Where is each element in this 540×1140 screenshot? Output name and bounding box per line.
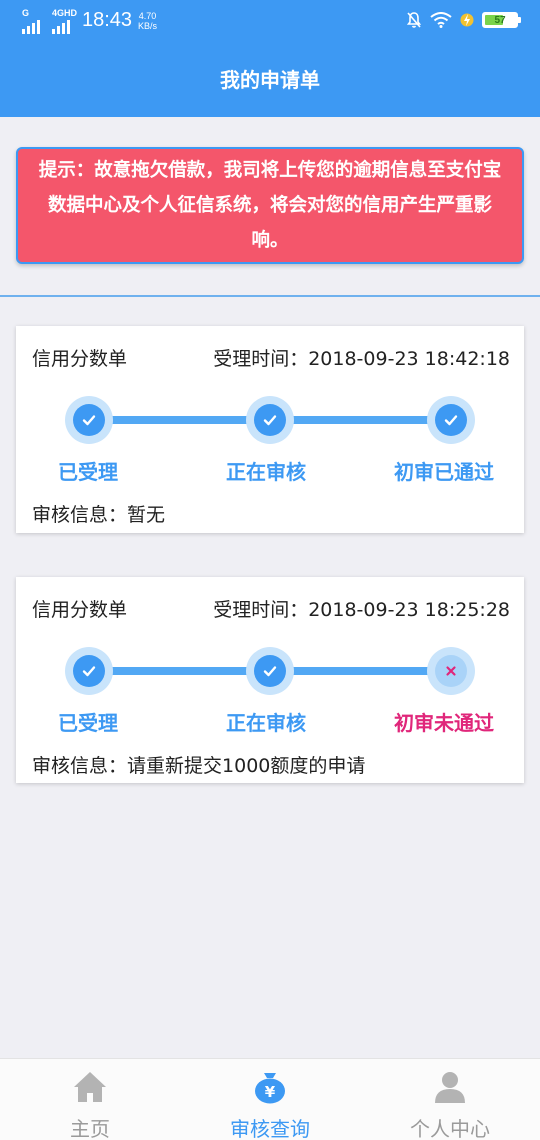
card-header: 信用分数单 受理时间：2018-09-23 18:42:18 [32,344,510,371]
review-info: 审核信息：暂无 [32,504,166,526]
tab-personal-center[interactable]: 个人中心 [360,1059,540,1140]
money-bag-icon: ¥ [255,1073,285,1104]
step-node-result [427,396,475,444]
review-info: 审核信息：请重新提交1000额度的申请 [32,755,366,777]
step-node-reviewing [246,396,294,444]
step-label-accepted: 已受理 [58,711,118,735]
charging-icon [460,13,474,27]
battery-icon: 57 [482,12,521,28]
page-title: 我的申请单 [220,68,320,92]
tab-label: 主页 [70,1117,110,1140]
step-label-reviewing: 正在审核 [226,460,306,484]
accept-time: 受理时间：2018-09-23 18:42:18 [213,348,510,370]
check-icon [82,666,96,677]
battery-level: 57 [494,14,506,26]
step-node-result [427,647,475,695]
application-type: 信用分数单 [32,599,128,621]
network-speed: 4.70 KB/s [138,11,157,31]
application-card[interactable]: 信用分数单 受理时间：2018-09-23 18:25:28 已受理 正在审核 … [16,577,524,783]
check-icon [263,666,277,677]
tab-review-query[interactable]: ¥ 审核查询 [180,1059,360,1140]
app-header: G 4GHD 18:43 4.70 KB/s 57 我的申请单 [0,0,540,117]
check-icon [263,415,277,426]
user-icon [435,1072,465,1103]
network-speed-value: 4.70 [138,11,157,21]
bottom-tab-bar: 主页 ¥ 审核查询 个人中心 [0,1058,540,1140]
signal-1-icon: G [22,8,40,34]
step-node-accepted [65,396,113,444]
divider [0,295,540,297]
signal-2-icon: 4GHD [52,8,77,34]
svg-text:¥: ¥ [265,1083,276,1101]
step-label-result: 初审已通过 [394,460,494,484]
network-speed-unit: KB/s [138,21,158,31]
status-icons: 57 [406,11,521,29]
mute-bell-icon [406,12,422,28]
step-node-accepted [65,647,113,695]
step-node-reviewing [246,647,294,695]
tab-label: 个人中心 [410,1117,490,1140]
card-header: 信用分数单 受理时间：2018-09-23 18:25:28 [32,595,510,622]
warning-notice: 提示：故意拖欠借款，我司将上传您的逾期信息至支付宝数据中心及个人征信系统，将会对… [16,147,524,264]
network-type-1: G [22,8,30,18]
check-icon [82,415,96,426]
wifi-icon [430,12,452,28]
home-icon [74,1072,106,1102]
cross-icon [446,666,456,676]
application-type: 信用分数单 [32,348,128,370]
application-card[interactable]: 信用分数单 受理时间：2018-09-23 18:42:18 已受理 正在审核 … [16,326,524,533]
tab-label: 审核查询 [230,1117,310,1140]
network-type-2: 4GHD [52,8,78,18]
step-label-accepted: 已受理 [58,460,118,484]
accept-time: 受理时间：2018-09-23 18:25:28 [213,599,510,621]
step-label-result: 初审未通过 [394,711,494,735]
status-bar: G 4GHD 18:43 4.70 KB/s 57 [0,0,540,44]
check-icon [444,415,458,426]
tab-home[interactable]: 主页 [0,1059,180,1140]
status-time: 18:43 [82,9,133,31]
step-label-reviewing: 正在审核 [226,711,306,735]
